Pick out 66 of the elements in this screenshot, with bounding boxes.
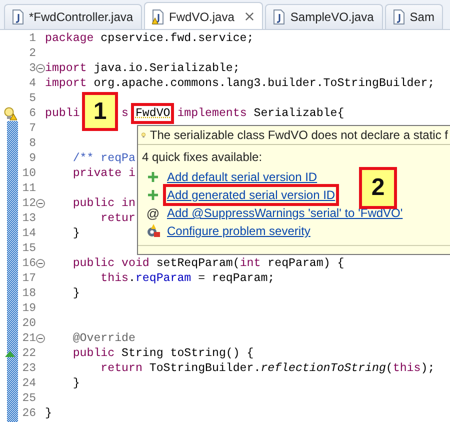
line-number: 3	[28, 62, 36, 75]
line-number: 15	[21, 242, 36, 255]
java-file-icon	[12, 9, 24, 25]
collapse-icon[interactable]	[36, 64, 45, 73]
line-number: 19	[21, 302, 36, 315]
code-line: }	[72, 227, 80, 240]
line-number: 4	[28, 77, 36, 90]
java-file-icon	[273, 9, 286, 25]
line-number: 21	[21, 332, 36, 345]
line-number: 7	[28, 122, 36, 135]
code-line: /** reqPa	[72, 152, 136, 165]
code-line: private i	[72, 167, 136, 180]
code-line: this.reqParam = reqParam;	[100, 272, 275, 285]
line-number: 10	[21, 167, 36, 180]
quick-fix-link[interactable]: Add @SuppressWarnings 'serial' to 'FwdVO'	[167, 206, 403, 220]
code-line: public void setReqParam(int reqParam) {	[72, 257, 344, 270]
line-number: 12	[21, 197, 36, 210]
code-line: package cpservice.fwd.service;	[45, 32, 254, 45]
code-line: return ToStringBuilder.reflectionToString(this);	[100, 362, 435, 375]
code-line: @Override	[72, 332, 136, 345]
gear-icon	[146, 224, 160, 238]
java-file-icon	[392, 9, 405, 25]
line-number: 17	[21, 272, 36, 285]
quick-fix-link[interactable]: Add default serial version ID	[167, 170, 318, 184]
editor-tab[interactable]: FwdVO.java	[144, 2, 264, 29]
plus-icon	[146, 189, 160, 201]
line-number: 13	[21, 212, 36, 225]
collapse-icon[interactable]	[36, 259, 45, 268]
line-number: 11	[21, 182, 36, 195]
problem-message: The serializable class FwdVO does not declare a static f	[150, 128, 448, 142]
line-number: 8	[28, 137, 36, 150]
line-number: 23	[21, 362, 36, 375]
code-line: retur	[100, 212, 136, 225]
line-number: 2	[28, 47, 36, 60]
line-number: 1	[28, 32, 36, 45]
quick-fix-heading: 4 quick fixes available:	[142, 150, 262, 164]
code-line: }	[72, 377, 80, 390]
line-number: 6	[28, 107, 36, 120]
step-callout: 1	[82, 92, 118, 131]
lightbulb-warning-icon[interactable]	[3, 106, 17, 120]
step-callout: 2	[359, 167, 397, 209]
close-icon[interactable]	[245, 12, 254, 21]
line-number: 26	[21, 407, 36, 420]
line-number: 14	[21, 227, 36, 240]
code-line: }	[72, 287, 80, 300]
editor-tab[interactable]: SampleVO.java	[265, 4, 383, 29]
line-number: 25	[21, 392, 36, 405]
line-number: 22	[21, 347, 36, 360]
line-number: 24	[21, 377, 36, 390]
collapse-icon[interactable]	[36, 334, 45, 343]
quick-fix-link[interactable]: Configure problem severity	[167, 224, 310, 238]
collapse-icon[interactable]	[36, 199, 45, 208]
line-number: 16	[21, 257, 36, 270]
code-line: import org.apache.commons.lang3.builder.ToStringBuilder;	[45, 77, 435, 90]
line-number: 9	[28, 152, 36, 165]
line-number: 20	[21, 317, 36, 330]
plus-icon	[146, 171, 160, 183]
code-line: }	[45, 407, 52, 420]
line-number: 5	[28, 92, 36, 105]
line-number: 18	[21, 287, 36, 300]
editor-tab[interactable]: Sam	[384, 4, 444, 29]
code-line: public in	[72, 197, 136, 210]
editor-tab[interactable]: *FwdController.java	[4, 4, 142, 29]
code-line: import java.io.Serializable;	[45, 62, 240, 75]
at-sign-icon: @	[146, 206, 160, 220]
code-line: public String toString() {	[72, 347, 254, 360]
